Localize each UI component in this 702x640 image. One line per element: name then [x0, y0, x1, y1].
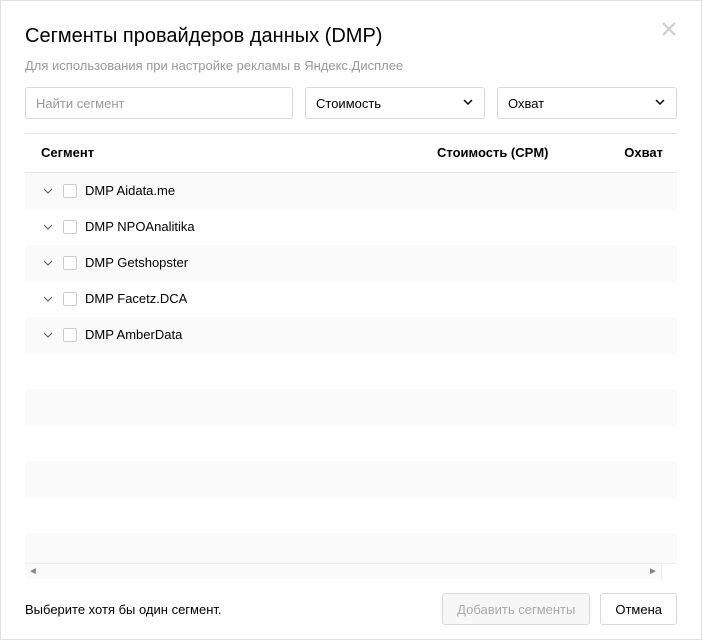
- segment-list[interactable]: DMP Aidata.me DMP NPOAnalitika DMP Getshop…: [25, 173, 677, 564]
- add-segments-button[interactable]: Добавить сегменты: [442, 593, 590, 625]
- footer-message: Выберите хотя бы один сегмент.: [25, 602, 432, 617]
- col-header-segment: Сегмент: [25, 145, 437, 160]
- add-segments-label: Добавить сегменты: [457, 602, 575, 617]
- dialog-title: Сегменты провайдеров данных (DMP): [25, 25, 677, 48]
- table-row: [25, 461, 677, 497]
- expand-caret-icon[interactable]: [41, 258, 55, 268]
- chevron-down-icon: [462, 96, 474, 111]
- reach-select-label: Охват: [508, 96, 544, 111]
- expand-caret-icon[interactable]: [41, 222, 55, 232]
- horizontal-scrollbar[interactable]: ◄ ►: [25, 563, 677, 579]
- scroll-right-arrow-icon[interactable]: ►: [645, 566, 661, 577]
- segment-label: DMP NPOAnalitika: [85, 219, 195, 234]
- dmp-segments-dialog: Сегменты провайдеров данных (DMP) Для ис…: [0, 0, 702, 640]
- cancel-button[interactable]: Отмена: [600, 593, 677, 625]
- cancel-label: Отмена: [615, 602, 662, 617]
- close-icon[interactable]: [657, 17, 681, 41]
- dialog-footer: Выберите хотя бы один сегмент. Добавить …: [1, 579, 701, 639]
- segment-label: DMP Facetz.DCA: [85, 291, 187, 306]
- col-header-reach: Охват: [597, 145, 667, 160]
- cost-select-label: Стоимость: [316, 96, 381, 111]
- scroll-corner: [661, 564, 677, 579]
- scroll-left-arrow-icon[interactable]: ◄: [25, 566, 41, 577]
- table-row: DMP Aidata.me: [25, 173, 677, 209]
- segment-checkbox[interactable]: [63, 328, 77, 342]
- chevron-down-icon: [654, 96, 666, 111]
- search-input[interactable]: [25, 87, 293, 119]
- table-row: [25, 533, 677, 564]
- segment-checkbox[interactable]: [63, 256, 77, 270]
- table-row: [25, 353, 677, 389]
- col-header-cpm: Стоимость (CPM): [437, 145, 597, 160]
- segment-checkbox[interactable]: [63, 220, 77, 234]
- expand-caret-icon[interactable]: [41, 294, 55, 304]
- table-header: Сегмент Стоимость (CPM) Охват: [25, 133, 677, 173]
- table-row: DMP AmberData: [25, 317, 677, 353]
- table-row: DMP Facetz.DCA: [25, 281, 677, 317]
- table-row: DMP Getshopster: [25, 245, 677, 281]
- expand-caret-icon[interactable]: [41, 330, 55, 340]
- table-row: DMP NPOAnalitika: [25, 209, 677, 245]
- segment-checkbox[interactable]: [63, 292, 77, 306]
- segment-label: DMP Getshopster: [85, 255, 188, 270]
- segment-label: DMP AmberData: [85, 327, 182, 342]
- expand-caret-icon[interactable]: [41, 186, 55, 196]
- table-row: [25, 497, 677, 533]
- scroll-track[interactable]: [41, 564, 645, 579]
- reach-select[interactable]: Охват: [497, 87, 677, 119]
- segment-checkbox[interactable]: [63, 184, 77, 198]
- dialog-subtitle: Для использования при настройке рекламы …: [25, 58, 677, 73]
- table-row: [25, 425, 677, 461]
- segment-label: DMP Aidata.me: [85, 183, 175, 198]
- table-row: [25, 389, 677, 425]
- filter-bar: Стоимость Охват: [25, 87, 677, 119]
- cost-select[interactable]: Стоимость: [305, 87, 485, 119]
